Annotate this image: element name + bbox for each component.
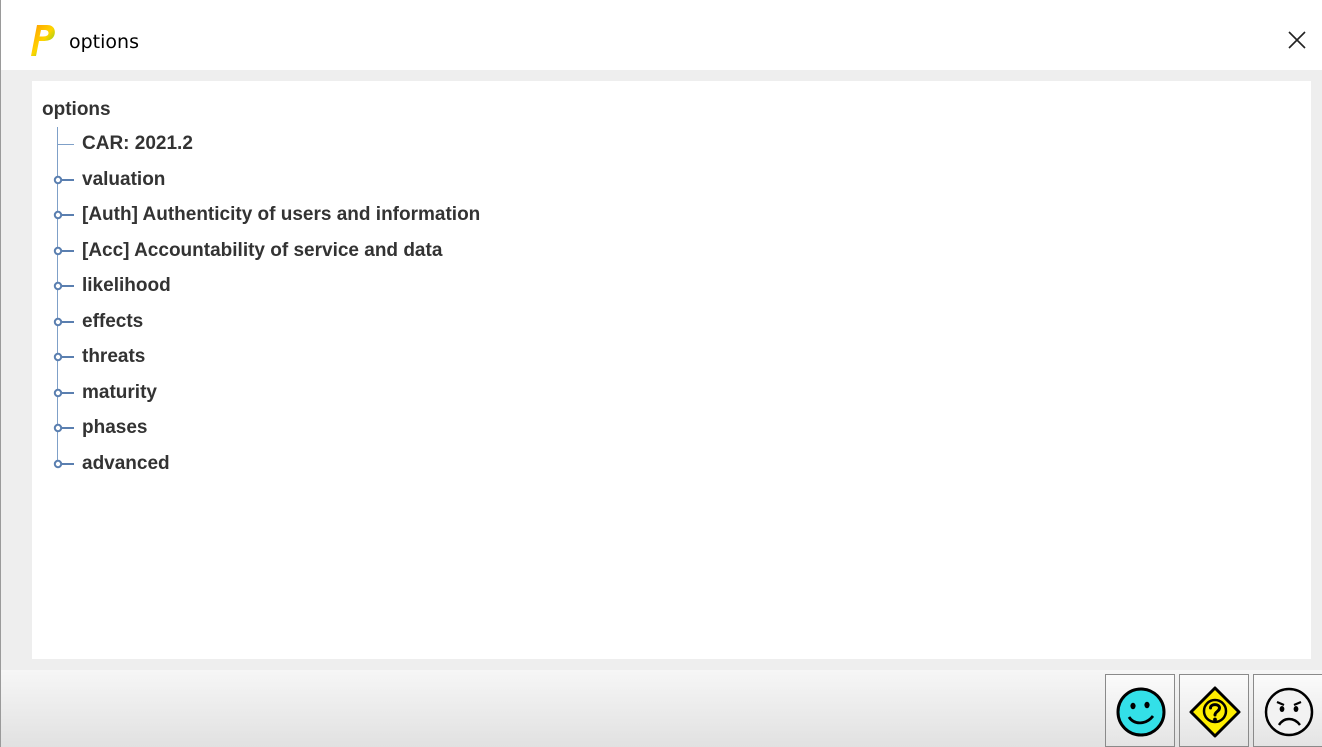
tree-item-authenticity[interactable]: [Auth] Authenticity of users and informa… [48,204,748,228]
tree-item-valuation[interactable]: valuation [48,169,748,193]
question-diamond-icon [1189,686,1241,738]
tree-root-label[interactable]: options [42,99,111,121]
expand-handle-icon[interactable] [52,242,76,262]
expand-handle-icon[interactable] [52,455,76,475]
tree-item-label: valuation [82,169,166,190]
tree-item-advanced[interactable]: advanced [48,453,748,477]
tree-item-accountability[interactable]: [Acc] Accountability of service and data [48,240,748,264]
tree-item-effects[interactable]: effects [48,311,748,335]
expand-handle-icon[interactable] [52,348,76,368]
tree-item-label: phases [82,417,148,438]
expand-handle-icon[interactable] [52,171,76,191]
expand-handle-icon[interactable] [52,384,76,404]
tree-item-label: advanced [82,453,170,474]
ok-button[interactable] [1105,674,1175,747]
tree-item-label: [Auth] Authenticity of users and informa… [82,204,481,225]
tree-item-label: threats [82,346,146,367]
expand-handle-icon[interactable] [52,206,76,226]
tree-item-car-version[interactable]: CAR: 2021.2 [48,133,748,157]
tree-item-likelihood[interactable]: likelihood [48,275,748,299]
help-button[interactable] [1179,674,1249,747]
tree-item-maturity[interactable]: maturity [48,382,748,406]
expand-handle-icon[interactable] [52,419,76,439]
smiley-happy-icon [1116,687,1166,737]
tree-item-label: [Acc] Accountability of service and data [82,240,443,261]
title-bar: options [1,0,1322,70]
close-icon [1288,31,1306,49]
expand-handle-icon[interactable] [52,313,76,333]
close-button[interactable] [1267,18,1322,62]
window-title: options [69,31,139,53]
tree-connector [58,144,74,145]
options-tree[interactable]: options CAR: 2021.2 valuation [Auth] Aut… [32,81,1311,659]
p-letter-icon [27,23,57,57]
tree-item-threats[interactable]: threats [48,346,748,370]
options-dialog: options options CAR: 2021.2 valuation [A… [0,0,1322,747]
tree-item-label: CAR: 2021.2 [82,133,193,154]
tree-item-label: likelihood [82,275,171,296]
tree-item-label: maturity [82,382,157,403]
tree-item-label: effects [82,311,144,332]
cancel-button[interactable] [1253,674,1322,747]
expand-handle-icon[interactable] [52,277,76,297]
tree-item-phases[interactable]: phases [48,417,748,441]
smiley-sad-icon [1264,687,1314,737]
